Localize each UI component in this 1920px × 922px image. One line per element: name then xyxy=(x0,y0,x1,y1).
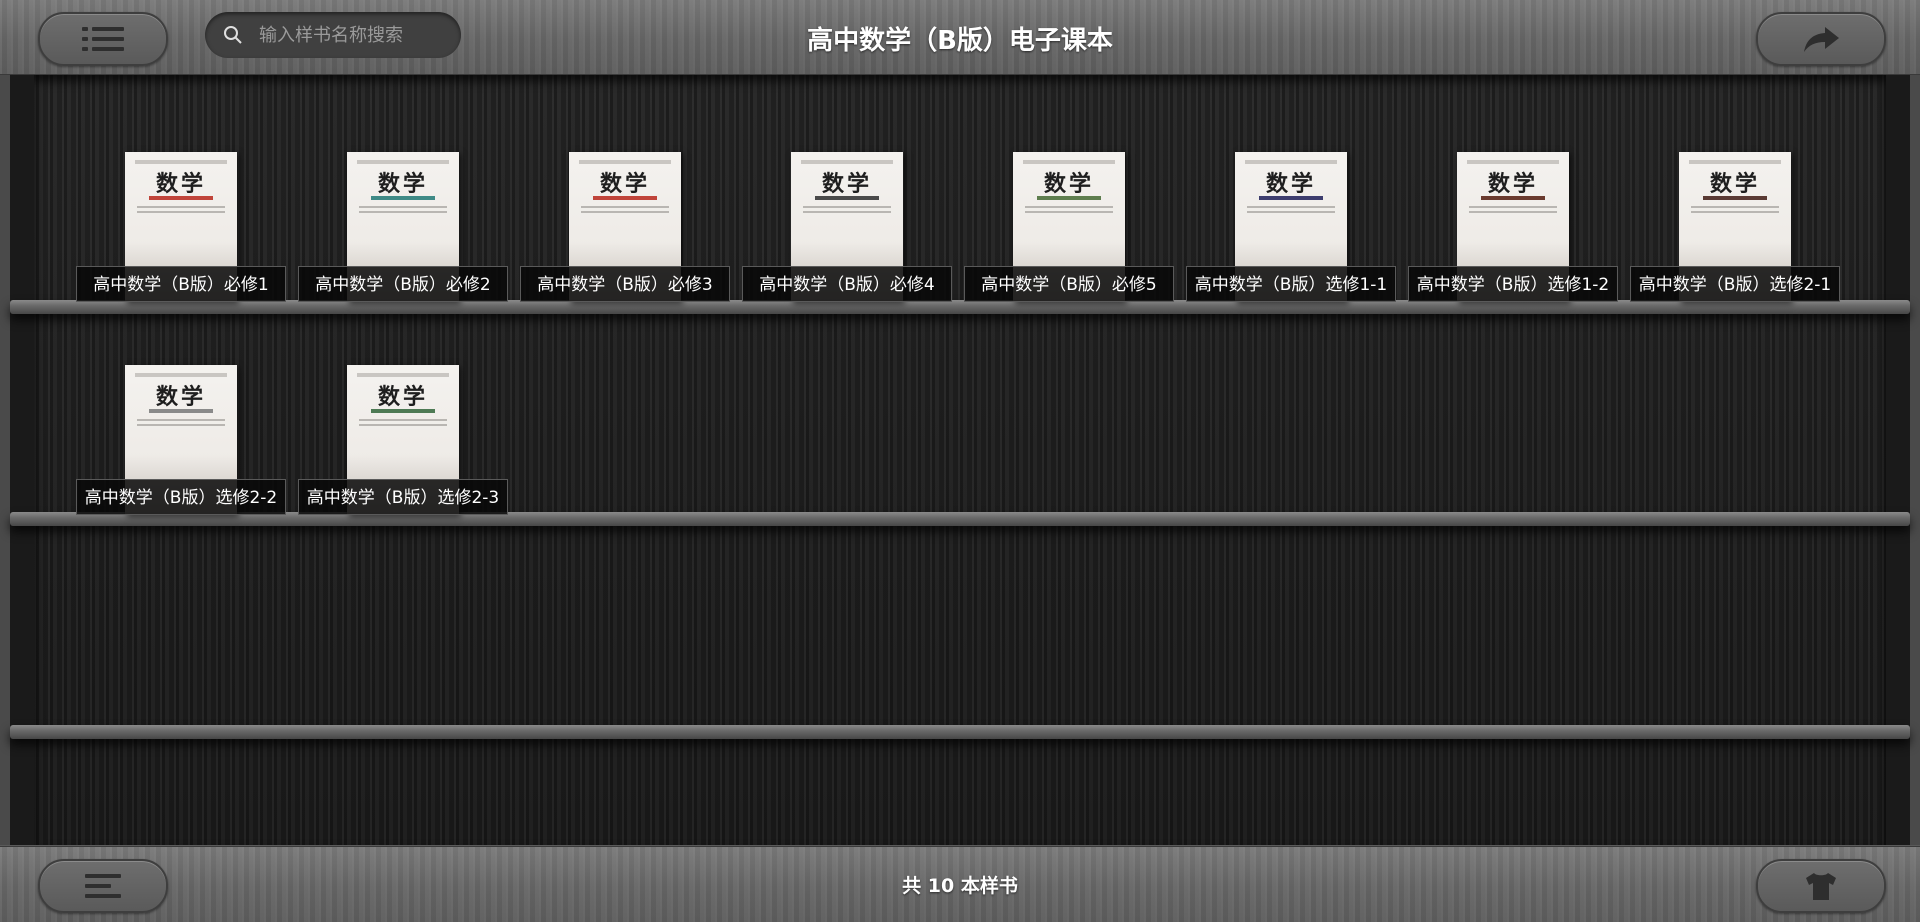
cover-title: 数学 xyxy=(1043,171,1094,197)
cover-title: 数学 xyxy=(1709,171,1760,197)
cover-color-band xyxy=(1037,196,1101,200)
cover-publisher-lines xyxy=(1025,206,1113,216)
cover-color-band xyxy=(1259,196,1323,200)
book-title-label[interactable]: 高中数学（B版）选修2-3 xyxy=(298,479,508,515)
book-title-label[interactable]: 高中数学（B版）必修1 xyxy=(76,266,286,302)
book-title-label[interactable]: 高中数学（B版）必修5 xyxy=(964,266,1174,302)
cover-color-band xyxy=(1481,196,1545,200)
cover-publisher-lines xyxy=(581,206,669,216)
cover-header-text xyxy=(1023,160,1115,164)
cover-header-text xyxy=(357,160,449,164)
shelf-plank-2 xyxy=(10,512,1910,526)
cover-title: 数学 xyxy=(1487,171,1538,197)
bottom-bar: 共 10 本样书 xyxy=(0,846,1920,922)
bookshelf-app: 高中数学（B版）电子课本 数学高中数学（B版）必修1数学高中数学（B版）必修2数… xyxy=(0,0,1920,922)
cover-header-text xyxy=(357,373,449,377)
cover-color-band xyxy=(371,409,435,413)
cover-header-text xyxy=(135,160,227,164)
cover-publisher-lines xyxy=(137,206,225,216)
search-input[interactable] xyxy=(257,23,451,47)
cover-publisher-lines xyxy=(1247,206,1335,216)
cover-color-band xyxy=(149,196,213,200)
book-title-label[interactable]: 高中数学（B版）选修1-2 xyxy=(1408,266,1618,302)
cover-color-band xyxy=(371,196,435,200)
cover-title: 数学 xyxy=(155,171,206,197)
cover-header-text xyxy=(1467,160,1559,164)
cover-header-text xyxy=(579,160,671,164)
book-title-label[interactable]: 高中数学（B版）必修2 xyxy=(298,266,508,302)
cover-title: 数学 xyxy=(155,384,206,410)
cover-title: 数学 xyxy=(377,384,428,410)
cover-publisher-lines xyxy=(359,419,447,429)
cover-color-band xyxy=(149,409,213,413)
cover-title: 数学 xyxy=(377,171,428,197)
cover-publisher-lines xyxy=(1469,206,1557,216)
book-title-label[interactable]: 高中数学（B版）选修1-1 xyxy=(1186,266,1396,302)
cover-header-text xyxy=(135,373,227,377)
search-icon xyxy=(224,26,242,44)
cover-title: 数学 xyxy=(599,171,650,197)
theme-button[interactable] xyxy=(1756,859,1886,913)
book-title-label[interactable]: 高中数学（B版）选修2-2 xyxy=(76,479,286,515)
menu-button[interactable] xyxy=(38,12,168,66)
cover-publisher-lines xyxy=(137,419,225,429)
book-title-label[interactable]: 高中数学（B版）选修2-1 xyxy=(1630,266,1840,302)
book-title-label[interactable]: 高中数学（B版）必修3 xyxy=(520,266,730,302)
book-title-label[interactable]: 高中数学（B版）必修4 xyxy=(742,266,952,302)
cover-header-text xyxy=(801,160,893,164)
shelf-frame-right xyxy=(1910,75,1920,845)
cover-title: 数学 xyxy=(1265,171,1316,197)
shelf-plank-3 xyxy=(10,725,1910,739)
list-icon xyxy=(82,27,124,51)
cover-header-text xyxy=(1245,160,1337,164)
cover-color-band xyxy=(815,196,879,200)
cover-color-band xyxy=(1703,196,1767,200)
tshirt-icon xyxy=(1806,873,1836,900)
cover-publisher-lines xyxy=(803,206,891,216)
search-box[interactable] xyxy=(205,12,461,58)
cover-header-text xyxy=(1689,160,1781,164)
cover-color-band xyxy=(593,196,657,200)
book-count: 共 10 本样书 xyxy=(902,875,1018,897)
cover-publisher-lines xyxy=(1691,206,1779,216)
shelf-frame-left xyxy=(0,75,10,845)
shelf-plank-1 xyxy=(10,300,1910,314)
cover-title: 数学 xyxy=(821,171,872,197)
cover-publisher-lines xyxy=(359,206,447,216)
share-arrow-icon xyxy=(1804,27,1839,52)
top-bar: 高中数学（B版）电子课本 xyxy=(0,0,1920,75)
share-button[interactable] xyxy=(1756,12,1886,66)
